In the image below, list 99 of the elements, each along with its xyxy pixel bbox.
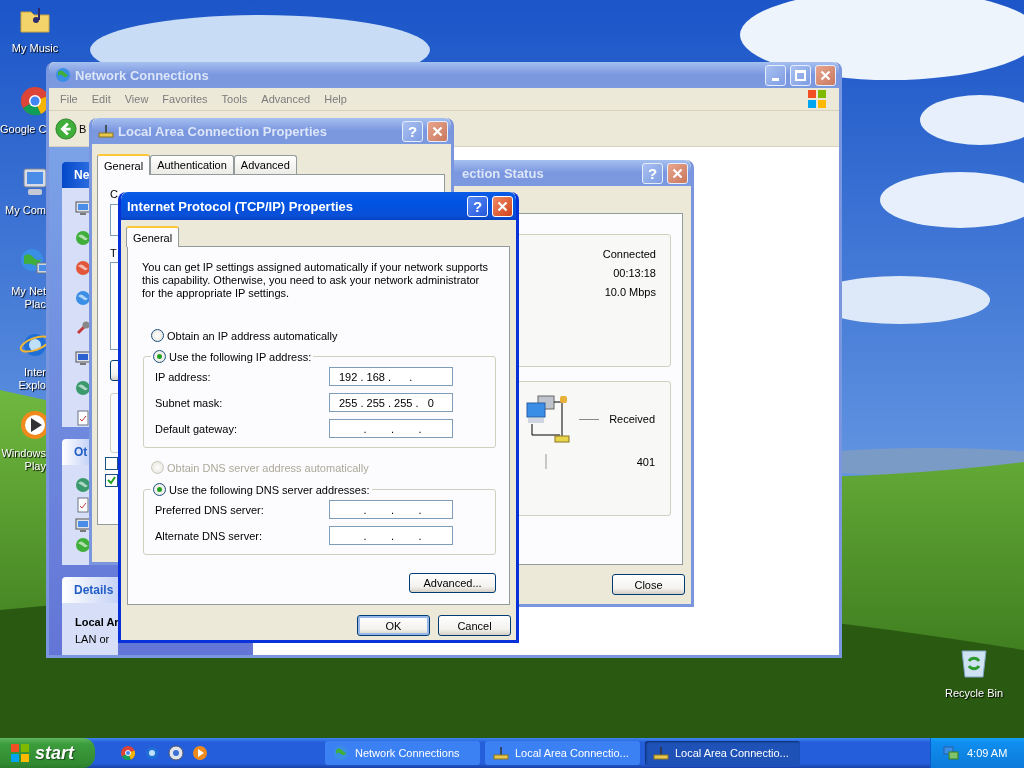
recycle-bin-icon[interactable] bbox=[959, 647, 989, 679]
ip-address-field[interactable]: . . . bbox=[329, 419, 453, 438]
icon-label: My Music bbox=[11, 42, 59, 55]
window-title: ection Status bbox=[461, 165, 545, 181]
icon-label: Recycle Bin bbox=[944, 687, 1004, 700]
maximize-button[interactable] bbox=[790, 64, 811, 86]
globe-icon[interactable] bbox=[75, 477, 91, 493]
radio-button[interactable] bbox=[153, 350, 166, 363]
status-value: Connected bbox=[602, 247, 656, 261]
field-label: T bbox=[110, 247, 117, 259]
menu-item[interactable]: Favorites bbox=[155, 93, 215, 105]
globe-icon[interactable] bbox=[144, 745, 160, 761]
close-button[interactable] bbox=[667, 162, 688, 184]
checkbox[interactable] bbox=[105, 474, 118, 487]
advanced-button[interactable]: Advanced... bbox=[409, 573, 496, 593]
tab[interactable]: General bbox=[97, 154, 151, 175]
taskbar-button[interactable]: Network Connections bbox=[325, 741, 480, 765]
connector-icon bbox=[653, 745, 669, 761]
field-label: Subnet mask: bbox=[155, 396, 224, 409]
radio-button[interactable] bbox=[151, 329, 164, 342]
close-button[interactable] bbox=[815, 64, 836, 86]
ip-address-field[interactable]: . . . bbox=[329, 526, 453, 545]
close-button[interactable] bbox=[427, 120, 448, 142]
start-button[interactable]: start bbox=[0, 738, 95, 768]
menu-item[interactable]: View bbox=[117, 93, 156, 105]
taskbar-button[interactable]: Local Area Connectio... bbox=[485, 741, 640, 765]
back-icon[interactable] bbox=[55, 117, 77, 140]
help-button[interactable]: ? bbox=[467, 195, 488, 217]
task-header[interactable]: Ot bbox=[62, 439, 89, 465]
minimize-button[interactable] bbox=[765, 64, 786, 86]
icon-label: My Net Plac bbox=[10, 285, 46, 311]
globe-icon[interactable] bbox=[75, 230, 91, 246]
window-title: Local Area Connection Properties bbox=[118, 123, 328, 139]
menu-item[interactable]: Tools bbox=[214, 93, 255, 105]
menu-item[interactable]: Help bbox=[317, 93, 354, 105]
tab[interactable]: General bbox=[126, 226, 180, 247]
document-icon[interactable] bbox=[75, 410, 91, 426]
checkbox[interactable] bbox=[105, 457, 118, 470]
ok-button[interactable]: OK bbox=[357, 615, 430, 636]
window-title: Network Connections bbox=[75, 67, 210, 83]
close-button[interactable]: Close bbox=[612, 574, 685, 595]
icon-label: My Com bbox=[4, 204, 46, 217]
globe-icon bbox=[55, 67, 71, 83]
globe-icon bbox=[333, 745, 349, 761]
close-icon bbox=[432, 125, 443, 137]
connector-icon bbox=[493, 745, 509, 761]
ip-address-field[interactable]: . . . bbox=[329, 500, 453, 519]
wrench-icon[interactable] bbox=[75, 320, 91, 336]
intro-text: You can get IP settings assigned automatically if your network supports this capability. Otherwise, you need to ask your network administrator for the appropriate IP settings. bbox=[142, 261, 490, 300]
duration-value: 00:13:18 bbox=[613, 266, 656, 280]
radio-label[interactable]: Use the following DNS server addresses: bbox=[169, 483, 370, 496]
taskbar-button[interactable]: Local Area Connectio... bbox=[645, 741, 800, 765]
maximize-icon bbox=[795, 69, 806, 81]
icon-label: Google C bbox=[0, 123, 46, 136]
close-icon bbox=[497, 200, 508, 212]
ip-address-field[interactable]: 255 . 255 . 255 . 0 bbox=[329, 393, 453, 412]
tab[interactable]: Authentication bbox=[150, 155, 234, 174]
clock: 4:09 AM bbox=[967, 747, 1008, 759]
flag-icon bbox=[807, 89, 827, 109]
icon-label: Windows Play bbox=[0, 447, 46, 473]
details-text: LAN or bbox=[75, 633, 110, 645]
speed-value: 10.0 Mbps bbox=[604, 285, 656, 299]
details-title: Local Ar bbox=[75, 616, 118, 628]
minimize-icon bbox=[772, 77, 779, 81]
menu-item[interactable]: File bbox=[53, 93, 85, 105]
globe-icon[interactable] bbox=[75, 290, 91, 306]
flag-icon bbox=[10, 743, 30, 763]
field-label: IP address: bbox=[155, 370, 212, 383]
menu-item[interactable]: Edit bbox=[84, 93, 118, 105]
globe-icon[interactable] bbox=[75, 380, 91, 396]
browser-icon[interactable] bbox=[120, 745, 136, 761]
computers-icon[interactable] bbox=[943, 745, 959, 761]
radio-label[interactable]: Obtain an IP address automatically bbox=[167, 329, 338, 342]
field-label: C bbox=[110, 188, 118, 200]
close-icon bbox=[820, 69, 831, 81]
close-icon bbox=[672, 167, 683, 179]
gear-icon[interactable] bbox=[168, 745, 184, 761]
field-label: Alternate DNS server: bbox=[155, 529, 263, 542]
received-label: Received bbox=[609, 413, 655, 425]
task-header[interactable]: Ne bbox=[62, 162, 89, 188]
ip-address-field[interactable]: 192 . 168 . . bbox=[329, 367, 453, 386]
globe-icon[interactable] bbox=[75, 537, 91, 553]
window-title: Internet Protocol (TCP/IP) Properties bbox=[127, 198, 355, 214]
radio-button[interactable] bbox=[153, 483, 166, 496]
tab[interactable]: Advanced bbox=[233, 155, 297, 174]
cancel-button[interactable]: Cancel bbox=[438, 615, 511, 636]
task-header[interactable]: Details bbox=[62, 577, 118, 603]
field-label: Default gateway: bbox=[155, 422, 238, 435]
menu-item[interactable]: Advanced bbox=[254, 93, 318, 105]
globe-icon[interactable] bbox=[75, 260, 91, 276]
radio-label[interactable]: Use the following IP address: bbox=[169, 350, 312, 363]
activity-line bbox=[579, 418, 599, 420]
field-label: Preferred DNS server: bbox=[155, 503, 265, 516]
back-label[interactable]: B bbox=[79, 122, 87, 135]
connector-icon bbox=[98, 123, 114, 139]
icon-label: Inter Explo bbox=[17, 366, 46, 392]
document-icon[interactable] bbox=[75, 497, 91, 513]
play-icon[interactable] bbox=[192, 745, 208, 761]
received-value: 401 bbox=[636, 455, 655, 468]
